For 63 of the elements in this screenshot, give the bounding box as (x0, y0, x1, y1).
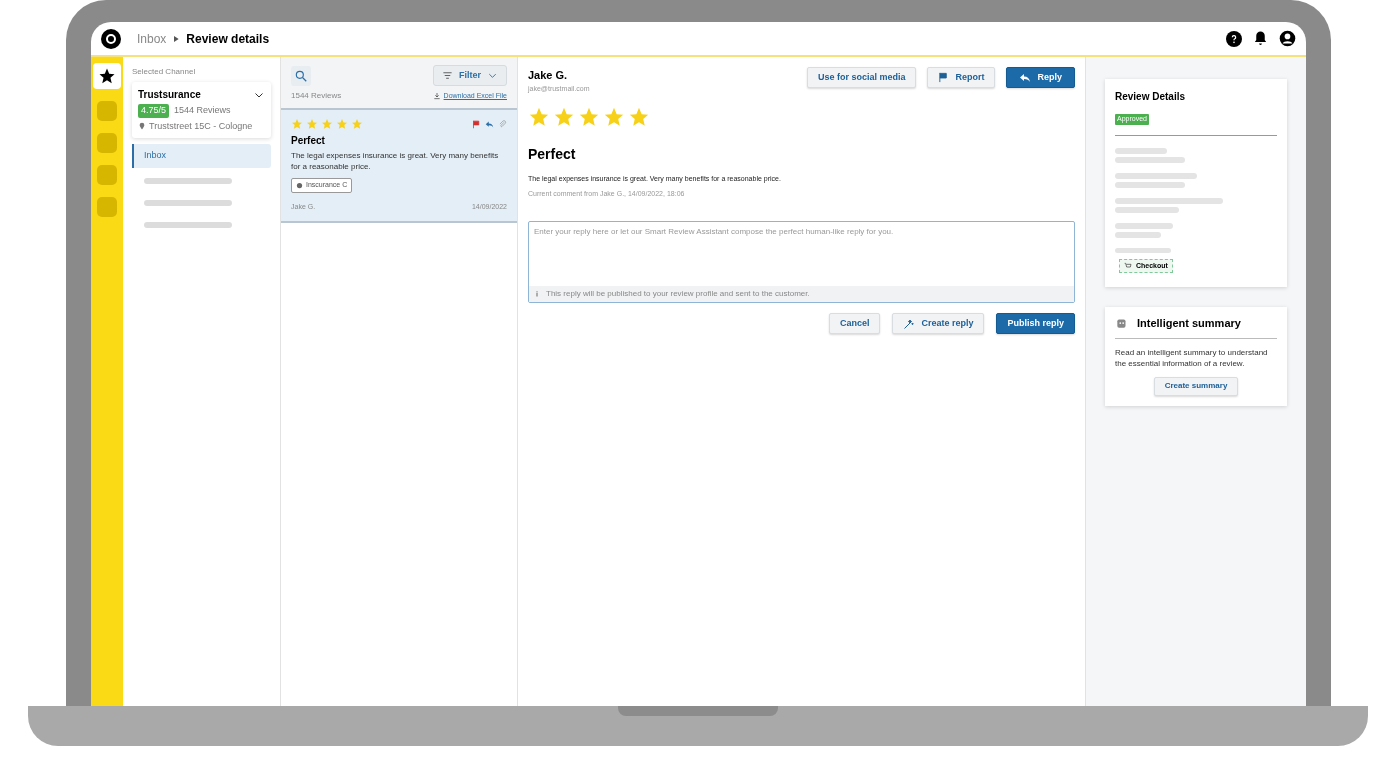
reply-arrow-icon (485, 119, 494, 129)
review-text: The legal expenses insurance is great. Very many benefits for a reasonable price. (291, 150, 500, 172)
user-icon (1279, 30, 1296, 47)
action-button[interactable]: Reply (1006, 67, 1075, 88)
reviewer-name: Jake G. (528, 68, 569, 83)
breadcrumb-link[interactable]: Inbox (137, 29, 167, 48)
star-icon (628, 106, 650, 128)
review-count: 1544 Reviews (291, 90, 342, 102)
action-button[interactable]: Cancel (828, 313, 881, 334)
review-title: Perfect (528, 145, 577, 164)
filter-icon (442, 70, 453, 81)
star-icon (578, 106, 600, 128)
review-count: 1544 Reviews (174, 104, 231, 117)
section-label: Selected Channel (132, 66, 197, 78)
bell-icon (1252, 30, 1269, 47)
channel-address: Truststreet 15C - Cologne (149, 119, 253, 133)
action-button[interactable]: Publish reply (996, 313, 1075, 334)
rail-button[interactable] (97, 165, 117, 185)
cart-icon (1124, 262, 1132, 270)
action-button[interactable]: Use for social media (806, 67, 917, 88)
help-icon[interactable] (1226, 30, 1242, 47)
channel-card[interactable]: Trustsurance 4.75/5 1544 Reviews Truststreet 15C - Cologne (132, 82, 271, 138)
rating-badge: 4.75/5 (138, 104, 170, 118)
nav-item[interactable]: Inbox (132, 144, 271, 168)
reply-arrow-icon (1019, 71, 1032, 84)
star-icon (336, 118, 348, 130)
flag-icon (472, 119, 481, 129)
rail-button[interactable] (97, 133, 117, 153)
action-button[interactable]: Create reply (892, 313, 985, 334)
page-title: Review details (186, 30, 270, 48)
star-icon (528, 106, 550, 128)
reply-note: This reply will be published to your review profile and sent to the customer. (546, 288, 810, 300)
logo-icon (101, 28, 121, 49)
card-title: Review Details (1115, 90, 1187, 104)
search-button[interactable] (291, 65, 311, 86)
magic-wand-icon (903, 317, 916, 330)
star-icon (306, 118, 318, 130)
rail-tab[interactable] (93, 63, 121, 89)
star-icon (291, 118, 303, 130)
location-pin-icon (138, 122, 146, 131)
star-icon (321, 118, 333, 130)
star-icon (351, 118, 363, 130)
reply-field[interactable]: Enter your reply here or let our Smart Review Assistant compose the perfect human-like reply for you. (529, 222, 1074, 286)
filter-button[interactable]: Filter (433, 65, 507, 86)
action-button[interactable]: Report (927, 67, 996, 88)
search-icon (294, 68, 308, 83)
flag-icon (938, 72, 950, 83)
download-icon (432, 92, 441, 100)
star-icon (603, 106, 625, 128)
reply-box[interactable]: Enter your reply here or let our Smart Review Assistant compose the perfect human-like reply for you. This reply will be published to your review profile and sent to the customer. (528, 221, 1075, 303)
channel-name: Trustsurance (138, 88, 201, 102)
review-title: Perfect (291, 134, 326, 148)
paperclip-icon (498, 119, 507, 129)
star-icon (553, 106, 575, 128)
info-icon (534, 290, 540, 298)
card-title: Intelligent summary (1137, 316, 1241, 331)
question-mark-icon (1229, 33, 1239, 44)
rail-button[interactable] (97, 101, 117, 121)
rail-button[interactable] (97, 197, 117, 217)
breadcrumb-arrow-icon (172, 34, 181, 43)
star-icon (98, 67, 116, 85)
create-summary-button[interactable]: Create summary (1153, 376, 1239, 396)
summary-text: Read an intelligent summary to understand the essential information of a review. (1115, 346, 1269, 369)
